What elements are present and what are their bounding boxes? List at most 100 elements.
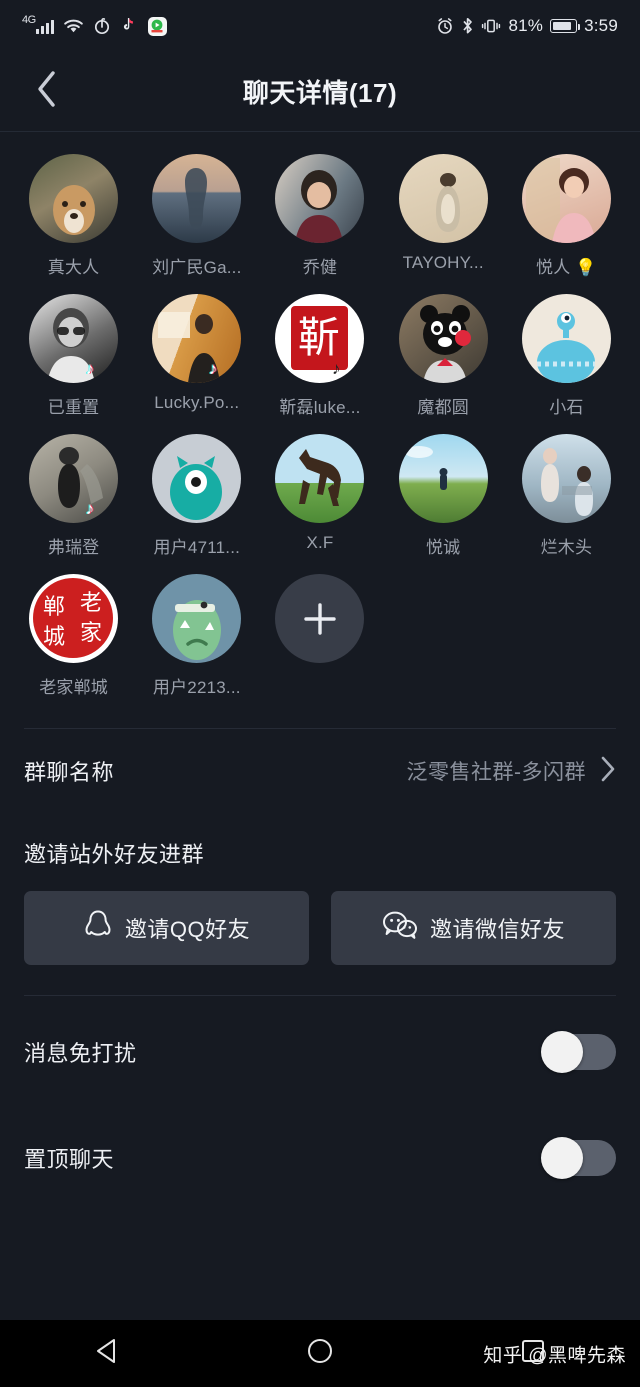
member-item[interactable]: 用户2213... <box>135 574 258 698</box>
app-icon <box>147 16 167 36</box>
member-item[interactable]: 烂木头 <box>505 434 628 558</box>
pin-chat-toggle[interactable] <box>541 1137 616 1179</box>
status-bar-left: 4G <box>22 14 167 36</box>
avatar[interactable]: ♪ <box>152 294 242 383</box>
clock-label: 3:59 <box>584 16 618 35</box>
svg-text:郸: 郸 <box>43 595 65 620</box>
avatar[interactable]: ♪ <box>29 294 119 383</box>
svg-text:靳: 靳 <box>298 313 340 362</box>
group-name-row[interactable]: 群聊名称 泛零售社群-多闪群 <box>0 729 640 813</box>
add-member-button[interactable] <box>275 574 365 663</box>
avatar[interactable]: 靳 ♪ <box>275 294 365 383</box>
avatar[interactable] <box>521 154 611 243</box>
member-grid: 真大人 刘广民Ga... 乔健 TAYOHY... 悦人 💡 ♪ 已重置 ♪ L… <box>0 132 640 698</box>
do-not-disturb-label: 消息免打扰 <box>24 1041 137 1066</box>
member-name: X.F <box>306 533 334 552</box>
member-name: Lucky.Po... <box>154 393 240 412</box>
avatar[interactable] <box>152 574 242 663</box>
member-name: TAYOHY... <box>402 253 484 272</box>
member-name: 弗瑞登 <box>47 538 100 557</box>
member-name: 已重置 <box>47 398 100 417</box>
member-item[interactable]: 真大人 <box>12 154 135 278</box>
member-name: 乔健 <box>302 258 338 277</box>
bluetooth-icon <box>461 17 474 35</box>
member-item[interactable]: 小石 <box>505 294 628 418</box>
member-item[interactable]: X.F <box>258 434 381 558</box>
status-bar-right: 81% 3:59 <box>436 16 618 36</box>
member-item[interactable]: ♪ Lucky.Po... <box>135 294 258 418</box>
circle-home-icon <box>306 1337 334 1370</box>
avatar[interactable] <box>152 154 242 243</box>
member-item[interactable]: 刘广民Ga... <box>135 154 258 278</box>
member-name: 老家郸城 <box>39 678 108 697</box>
pin-chat-label: 置顶聊天 <box>24 1147 115 1172</box>
member-item[interactable]: 悦诚 <box>382 434 505 558</box>
svg-text:城: 城 <box>43 625 65 650</box>
title-bar: 聊天详情(17) <box>0 52 640 132</box>
avatar[interactable] <box>152 434 242 523</box>
tiktok-badge-icon: ♪ <box>208 359 218 378</box>
tiktok-badge-icon: ♪ <box>85 499 95 518</box>
battery-percent-label: 81% <box>508 16 544 35</box>
group-name-label: 群聊名称 <box>24 760 115 785</box>
signal-bars-icon: 4G <box>22 14 54 34</box>
netease-music-icon <box>93 17 111 35</box>
setting-row-do-not-disturb[interactable]: 消息免打扰 <box>0 1010 640 1094</box>
avatar[interactable]: 郸老城家 <box>29 574 119 663</box>
member-item[interactable]: TAYOHY... <box>382 154 505 278</box>
vibrate-icon <box>481 17 501 35</box>
wifi-icon <box>63 18 84 34</box>
alarm-icon <box>436 17 454 35</box>
member-item[interactable]: ♪ 已重置 <box>12 294 135 418</box>
status-bar: 4G 81% 3:59 <box>0 0 640 52</box>
avatar[interactable] <box>29 154 119 243</box>
system-nav-bar: 知乎 @黑啤先森 <box>0 1320 640 1387</box>
member-name: 魔都圆 <box>417 398 469 417</box>
member-item[interactable]: 靳 ♪ 靳磊luke... <box>258 294 381 418</box>
avatar[interactable] <box>275 154 365 243</box>
member-item[interactable]: 乔健 <box>258 154 381 278</box>
group-name-value: 泛零售社群-多闪群 <box>406 761 586 784</box>
member-name: 小石 <box>549 398 584 417</box>
back-button[interactable] <box>24 70 68 114</box>
avatar[interactable]: ♪ <box>29 434 119 523</box>
member-name: 用户4711... <box>153 538 241 557</box>
member-name: 悦诚 <box>425 538 461 557</box>
member-item[interactable]: ♪ 弗瑞登 <box>12 434 135 558</box>
plus-icon <box>300 599 340 639</box>
avatar[interactable] <box>521 294 611 383</box>
avatar[interactable] <box>398 294 488 383</box>
battery-icon <box>550 19 581 33</box>
member-name: 悦人 💡 <box>536 258 597 277</box>
svg-text:家: 家 <box>80 621 102 646</box>
setting-row-pin-chat[interactable]: 置顶聊天 <box>0 1116 640 1200</box>
nav-back-button[interactable] <box>0 1337 213 1370</box>
member-item[interactable]: 用户4711... <box>135 434 258 558</box>
watermark-label: 知乎 @黑啤先森 <box>483 1345 626 1366</box>
tiktok-badge-icon: ♪ <box>85 359 95 378</box>
member-item[interactable]: 魔都圆 <box>382 294 505 418</box>
member-item[interactable]: 郸老城家 老家郸城 <box>12 574 135 698</box>
invite-section-title: 邀请站外好友进群 <box>24 842 205 867</box>
invite-wechat-button[interactable]: 邀请微信好友 <box>331 891 616 965</box>
avatar[interactable] <box>398 434 488 523</box>
triangle-back-icon <box>94 1337 120 1370</box>
invite-qq-button[interactable]: 邀请QQ好友 <box>24 891 309 965</box>
invite-buttons-row: 邀请QQ好友 邀请微信好友 <box>0 891 640 965</box>
do-not-disturb-toggle[interactable] <box>541 1031 616 1073</box>
avatar[interactable] <box>398 154 488 243</box>
network-type-label: 4G <box>22 14 36 26</box>
member-name: 烂木头 <box>540 538 593 557</box>
avatar[interactable] <box>521 434 611 523</box>
nav-home-button[interactable] <box>213 1337 426 1370</box>
member-name: 刘广民Ga... <box>152 258 242 277</box>
avatar[interactable] <box>275 434 365 523</box>
invite-wechat-label: 邀请微信好友 <box>429 917 565 942</box>
wechat-bubbles-icon <box>382 910 418 946</box>
tiktok-badge-icon: ♪ <box>331 359 341 378</box>
add-member-item[interactable] <box>258 574 381 698</box>
svg-text:老: 老 <box>80 591 102 616</box>
member-item[interactable]: 悦人 💡 <box>505 154 628 278</box>
chevron-left-icon <box>35 70 57 113</box>
member-name: 真大人 <box>47 258 100 277</box>
